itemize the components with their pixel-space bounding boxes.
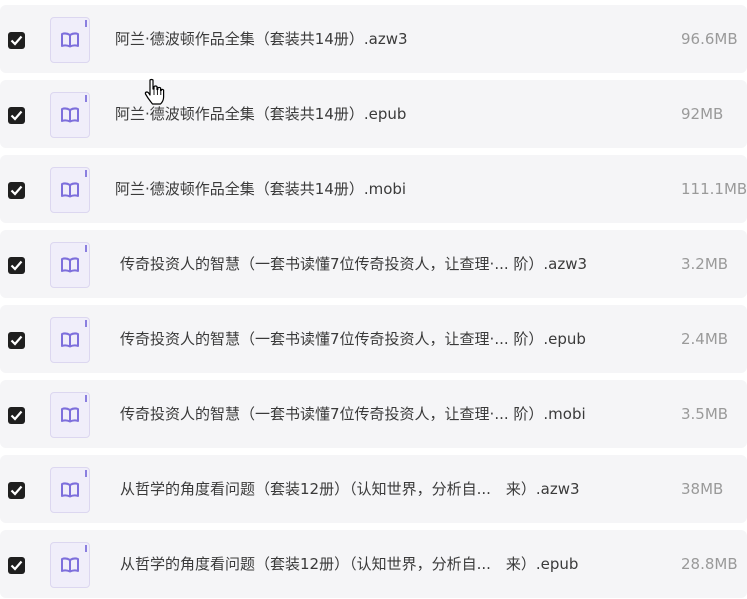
book-icon (50, 92, 90, 138)
file-row[interactable]: 阿兰·德波顿作品全集（套装共14册）.epub 92MB (0, 80, 747, 148)
book-icon (50, 392, 90, 438)
checkmark-icon (10, 185, 23, 196)
file-row[interactable]: 阿兰·德波顿作品全集（套装共14册）.azw3 96.6MB (0, 5, 747, 73)
file-size: 28.8MB (681, 555, 738, 573)
checkmark-icon (10, 410, 23, 421)
hand-cursor-icon (144, 78, 165, 105)
book-icon (50, 317, 90, 363)
checkmark-icon (10, 35, 23, 46)
file-checkbox[interactable] (8, 407, 25, 424)
file-size: 38MB (681, 480, 724, 498)
book-icon (50, 17, 90, 63)
file-list: 阿兰·德波顿作品全集（套装共14册）.azw3 96.6MB 阿兰·德波顿作品全… (0, 0, 747, 599)
book-icon (50, 167, 90, 213)
file-row[interactable]: 阿兰·德波顿作品全集（套装共14册）.mobi 111.1MB (0, 155, 747, 223)
file-row[interactable]: 从哲学的角度看问题（套装12册）（认知世界，分析自... 来）.epub 28.… (0, 530, 747, 598)
checkmark-icon (10, 110, 23, 121)
file-checkbox[interactable] (8, 182, 25, 199)
file-checkbox[interactable] (8, 332, 25, 349)
file-checkbox[interactable] (8, 257, 25, 274)
checkmark-icon (10, 260, 23, 271)
book-icon (50, 542, 90, 588)
file-name[interactable]: 传奇投资人的智慧（一套书读懂7位传奇投资人，让查理·... 阶）.azw3 (120, 254, 587, 274)
file-name[interactable]: 传奇投资人的智慧（一套书读懂7位传奇投资人，让查理·... 阶）.mobi (120, 404, 586, 424)
file-size: 111.1MB (681, 180, 747, 198)
file-checkbox[interactable] (8, 32, 25, 49)
file-name[interactable]: 阿兰·德波顿作品全集（套装共14册）.mobi (115, 179, 406, 199)
file-size: 96.6MB (681, 30, 738, 48)
book-icon (50, 467, 90, 513)
checkmark-icon (10, 560, 23, 571)
file-name[interactable]: 阿兰·德波顿作品全集（套装共14册）.epub (115, 104, 406, 124)
file-name[interactable]: 从哲学的角度看问题（套装12册）（认知世界，分析自... 来）.epub (120, 554, 578, 574)
file-checkbox[interactable] (8, 482, 25, 499)
file-name[interactable]: 阿兰·德波顿作品全集（套装共14册）.azw3 (115, 29, 408, 49)
file-size: 3.5MB (681, 405, 729, 423)
file-checkbox[interactable] (8, 107, 25, 124)
file-size: 92MB (681, 105, 724, 123)
file-row[interactable]: 从哲学的角度看问题（套装12册）（认知世界，分析自... 来）.azw3 38M… (0, 455, 747, 523)
file-row[interactable]: 传奇投资人的智慧（一套书读懂7位传奇投资人，让查理·... 阶）.epub 2.… (0, 305, 747, 373)
book-icon (50, 242, 90, 288)
checkmark-icon (10, 335, 23, 346)
file-size: 2.4MB (681, 330, 729, 348)
file-size: 3.2MB (681, 255, 729, 273)
file-checkbox[interactable] (8, 557, 25, 574)
file-row[interactable]: 传奇投资人的智慧（一套书读懂7位传奇投资人，让查理·... 阶）.azw3 3.… (0, 230, 747, 298)
file-name[interactable]: 从哲学的角度看问题（套装12册）（认知世界，分析自... 来）.azw3 (120, 479, 580, 499)
file-row[interactable]: 传奇投资人的智慧（一套书读懂7位传奇投资人，让查理·... 阶）.mobi 3.… (0, 380, 747, 448)
checkmark-icon (10, 485, 23, 496)
file-name[interactable]: 传奇投资人的智慧（一套书读懂7位传奇投资人，让查理·... 阶）.epub (120, 329, 586, 349)
